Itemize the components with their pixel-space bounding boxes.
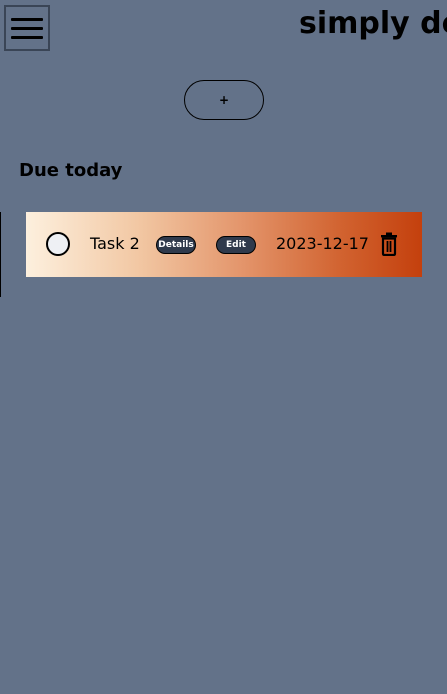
details-button[interactable]: Details [156,236,196,254]
section-heading-due-today: Due today [19,160,123,181]
task-due-date: 2023-12-17 [276,234,369,253]
hamburger-menu-icon-bar [11,35,43,39]
menu-button[interactable] [4,5,50,51]
edit-button[interactable]: Edit [216,236,256,254]
trash-icon [381,232,397,256]
hamburger-menu-icon [11,17,43,21]
circle-checkbox-icon[interactable] [46,232,70,256]
app-title: simply do [299,6,447,41]
hamburger-menu-icon-bar [11,26,43,30]
divider-line [0,212,1,297]
task-card: Task 2 Details Edit 2023-12-17 [26,212,422,277]
task-name: Task 2 [90,234,140,253]
delete-task-button[interactable] [378,232,400,256]
add-task-button[interactable]: + [184,80,264,120]
